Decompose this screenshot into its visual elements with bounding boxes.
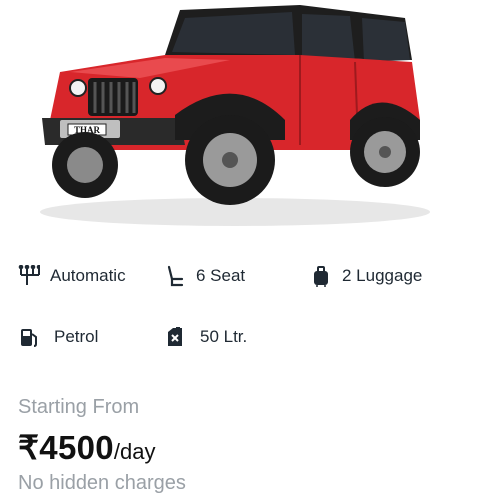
price-unit: /day bbox=[113, 439, 156, 464]
starting-from-label: Starting From bbox=[18, 396, 140, 418]
fuel-can-icon bbox=[164, 326, 186, 348]
no-hidden-charges-note: No hidden charges bbox=[18, 472, 186, 494]
spec-label: 6 Seat bbox=[196, 266, 246, 285]
spec-fuel-type: Petrol bbox=[18, 326, 98, 348]
price: ₹4500/day bbox=[18, 428, 156, 467]
spec-label: 2 Luggage bbox=[342, 266, 423, 285]
spec-fuel-capacity: 50 Ltr. bbox=[164, 326, 247, 348]
transmission-icon bbox=[18, 265, 40, 287]
fuel-pump-icon bbox=[18, 326, 40, 348]
car-image: THAR bbox=[40, 5, 430, 226]
spec-seats: 6 Seat bbox=[164, 265, 245, 287]
spec-transmission: Automatic bbox=[18, 265, 126, 287]
spec-luggage: 2 Luggage bbox=[310, 265, 422, 287]
spec-label: Automatic bbox=[50, 266, 126, 285]
spec-label: 50 Ltr. bbox=[200, 327, 248, 346]
spec-label: Petrol bbox=[54, 327, 99, 346]
seat-icon bbox=[164, 265, 186, 287]
luggage-icon bbox=[310, 265, 332, 287]
price-amount: ₹4500 bbox=[18, 429, 114, 466]
